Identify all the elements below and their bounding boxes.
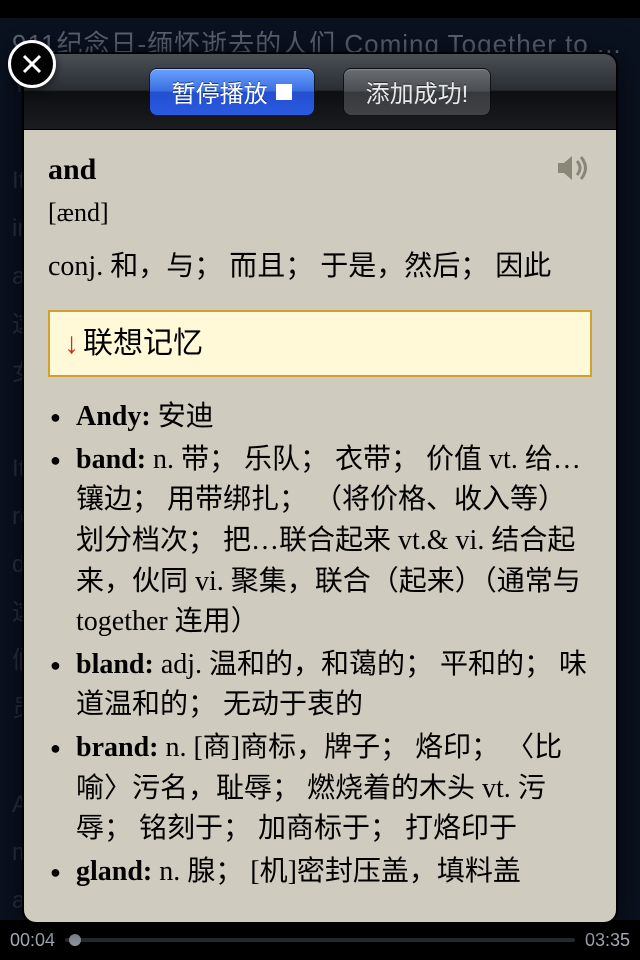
speaker-icon <box>552 148 592 188</box>
arrow-down-icon: ↓ <box>64 322 79 366</box>
add-success-button[interactable]: 添加成功! <box>343 68 492 116</box>
headword: and <box>48 148 552 192</box>
stop-icon <box>276 84 292 100</box>
pause-label: 暂停播放 <box>172 74 268 109</box>
progress-thumb[interactable] <box>69 934 81 946</box>
related-words-list: Andy: 安迪 band: n. 带； 乐队； 衣带； 价值 vt. 给…镶边… <box>48 397 592 892</box>
list-item: Andy: 安迪 <box>48 397 592 438</box>
pause-play-button[interactable]: 暂停播放 <box>149 68 315 116</box>
close-icon <box>20 52 44 76</box>
list-item: band: n. 带； 乐队； 衣带； 价值 vt. 给…镶边； 用带绑扎； （… <box>48 440 592 643</box>
list-item: brand: n. [商]商标，牌子； 烙印； 〈比喻〉污名，耻辱； 燃烧着的木… <box>48 728 592 850</box>
association-label: 联想记忆 <box>83 322 203 366</box>
dictionary-popup: 暂停播放 添加成功! and [ænd] conj. 和，与； 而且； 于是，然… <box>22 52 618 924</box>
dictionary-content: and [ænd] conj. 和，与； 而且； 于是，然后； 因此 ↓ 联想记… <box>24 130 616 922</box>
speak-button[interactable] <box>552 148 592 188</box>
list-item: bland: adj. 温和的，和蔼的； 平和的； 味道温和的； 无动于衷的 <box>48 645 592 726</box>
audio-player: 00:04 03:35 <box>0 920 640 960</box>
close-button[interactable] <box>8 40 56 88</box>
add-success-label: 添加成功! <box>366 74 469 109</box>
pronunciation: [ænd] <box>48 194 552 232</box>
status-bar <box>0 0 640 18</box>
association-box[interactable]: ↓ 联想记忆 <box>48 310 592 378</box>
total-time: 03:35 <box>585 930 630 951</box>
elapsed-time: 00:04 <box>10 930 55 951</box>
progress-track[interactable] <box>65 938 575 942</box>
definition: conj. 和，与； 而且； 于是，然后； 因此 <box>48 247 592 288</box>
popup-toolbar: 暂停播放 添加成功! <box>24 54 616 130</box>
list-item: gland: n. 腺； [机]密封压盖，填料盖 <box>48 852 592 893</box>
